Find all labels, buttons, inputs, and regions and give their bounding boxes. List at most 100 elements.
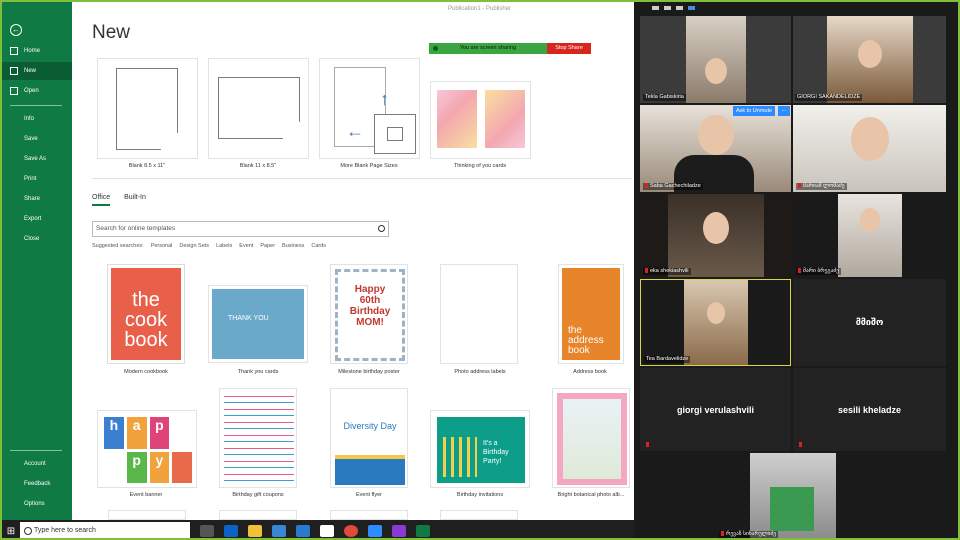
- template-art: [224, 393, 294, 485]
- template-birthday-gift-coupons[interactable]: [219, 388, 297, 488]
- template-caption: Blank 8.5 x 11": [128, 163, 166, 169]
- more-options-button[interactable]: ...: [778, 106, 790, 116]
- onenote-icon[interactable]: [392, 525, 406, 537]
- more-blank-sizes-template[interactable]: ↑ ←: [319, 58, 420, 159]
- taskbar-search-input[interactable]: Type here to search: [20, 522, 190, 538]
- publisher-window: ← Home New Open Info Save Save As Print …: [2, 2, 634, 520]
- minimize-icon[interactable]: [652, 6, 659, 10]
- participant-tile-speaking[interactable]: Saba Gachechiladze: [640, 105, 791, 192]
- participant-tile-no-video[interactable]: მმიშო: [793, 279, 946, 366]
- participant-tile-no-video[interactable]: giorgi verulashvili: [640, 368, 791, 451]
- suggested-paper[interactable]: Paper: [260, 243, 275, 249]
- arrow-left-icon: ←: [346, 121, 364, 141]
- nav-save[interactable]: Save: [2, 131, 72, 147]
- nav-share[interactable]: Share: [2, 191, 72, 207]
- template-caption: Address book: [573, 369, 607, 375]
- nav-new[interactable]: New: [2, 62, 72, 80]
- participant-face: [857, 40, 882, 68]
- template-modern-cookbook[interactable]: the cook book: [107, 264, 185, 364]
- template-caption: Modern cookbook: [124, 369, 168, 375]
- view-icon[interactable]: [676, 6, 683, 10]
- suggested-business[interactable]: Business: [282, 243, 304, 249]
- back-arrow-icon[interactable]: ←: [10, 24, 22, 36]
- template-row3[interactable]: [330, 510, 408, 520]
- nav-export[interactable]: Export: [2, 211, 72, 227]
- participant-tile[interactable]: GIORGI SAKANDELIDZE: [793, 16, 946, 103]
- suggested-cards[interactable]: Cards: [311, 243, 326, 249]
- thinking-of-you-template[interactable]: [430, 81, 531, 159]
- nav-info[interactable]: Info: [2, 111, 72, 127]
- gallery-view-icon[interactable]: [688, 6, 695, 10]
- blank-landscape-template[interactable]: [208, 58, 309, 159]
- publisher-icon[interactable]: [416, 525, 430, 537]
- edge-icon[interactable]: [224, 525, 238, 537]
- template-photo-address-labels[interactable]: [440, 264, 518, 364]
- participant-tile[interactable]: მარი ბრეგაძე: [793, 194, 946, 277]
- search-icon[interactable]: [378, 225, 385, 232]
- nav-open[interactable]: Open: [2, 82, 72, 100]
- avatar-block: [770, 487, 814, 531]
- yahoo-icon[interactable]: [320, 525, 334, 537]
- muted-mic-icon: [799, 442, 802, 447]
- muted-mic-icon: [798, 268, 801, 273]
- suggested-personal[interactable]: Personal: [151, 243, 173, 249]
- page-fold: [282, 121, 300, 139]
- participant-tile[interactable]: eka shekiashvili: [640, 194, 791, 277]
- participant-name-text: eka shekiashvili: [650, 268, 689, 274]
- suggested-event[interactable]: Event: [239, 243, 253, 249]
- participant-tile-active[interactable]: Tea Bardavelidze: [640, 279, 791, 366]
- template-row3[interactable]: [219, 510, 297, 520]
- stop-share-button[interactable]: Stop Share: [547, 43, 591, 54]
- template-event-flyer[interactable]: Diversity Day: [330, 388, 408, 488]
- task-view-icon[interactable]: [200, 525, 214, 537]
- participant-face: [704, 58, 727, 84]
- banner-tile: [172, 417, 192, 449]
- template-row3[interactable]: [440, 510, 518, 520]
- suggested-design-sets[interactable]: Design Sets: [179, 243, 209, 249]
- template-art: Diversity Day: [335, 393, 405, 485]
- template-search-input[interactable]: Search for online templates: [92, 221, 389, 237]
- windows-start-icon[interactable]: ⊞: [2, 520, 20, 538]
- nav-home[interactable]: Home: [2, 42, 72, 60]
- blank-portrait-template[interactable]: [97, 58, 198, 159]
- file-explorer-icon[interactable]: [248, 525, 262, 537]
- suggested-label: Suggested searches:: [92, 243, 144, 249]
- zoom-icon[interactable]: [368, 525, 382, 537]
- template-thank-you-cards[interactable]: THANK YOU: [208, 285, 308, 363]
- template-event-banner[interactable]: h a p p y: [97, 410, 197, 488]
- nav-save-as[interactable]: Save As: [2, 151, 72, 167]
- window-icon[interactable]: [664, 6, 671, 10]
- nav-close[interactable]: Close: [2, 231, 72, 247]
- nav-print[interactable]: Print: [2, 171, 72, 187]
- tab-built-in[interactable]: Built-In: [124, 194, 146, 204]
- suggested-labels[interactable]: Labels: [216, 243, 232, 249]
- banner-tile: h: [104, 417, 124, 449]
- zoom-toolbar: [634, 2, 958, 16]
- chrome-icon[interactable]: [344, 525, 358, 537]
- template-bright-botanical-album[interactable]: [552, 388, 630, 488]
- nav-divider: [10, 105, 62, 106]
- nav-options[interactable]: Options: [2, 496, 72, 512]
- participant-tile[interactable]: რევაზ სიხარულიძე: [716, 453, 869, 538]
- participant-name: sesili kheladze: [837, 405, 902, 415]
- section-divider: [92, 178, 632, 179]
- store-icon[interactable]: [272, 525, 286, 537]
- template-birthday-invitations[interactable]: It's a Birthday Party!: [430, 410, 530, 488]
- screen: ← Home New Open Info Save Save As Print …: [0, 0, 960, 540]
- tab-office[interactable]: Office: [92, 194, 111, 206]
- template-address-book[interactable]: the address book: [558, 264, 624, 364]
- template-caption: Photo address labels: [454, 369, 506, 375]
- page-fold: [160, 132, 178, 150]
- template-row3[interactable]: [108, 510, 186, 520]
- participant-tile[interactable]: მარიამ ლომაძე: [793, 105, 946, 192]
- participant-video: [837, 194, 902, 277]
- template-milestone-poster[interactable]: Happy 60th Birthday MOM!: [330, 264, 408, 364]
- ask-to-unmute-button[interactable]: Ask to Unmute: [733, 106, 776, 116]
- banner-tile: [104, 451, 124, 483]
- mail-icon[interactable]: [296, 525, 310, 537]
- nav-feedback[interactable]: Feedback: [2, 476, 72, 492]
- template-art: It's a Birthday Party!: [437, 417, 525, 483]
- nav-account[interactable]: Account: [2, 456, 72, 472]
- participant-tile-no-video[interactable]: sesili kheladze: [793, 368, 946, 451]
- participant-tile[interactable]: Tekla Gabiskiria: [640, 16, 791, 103]
